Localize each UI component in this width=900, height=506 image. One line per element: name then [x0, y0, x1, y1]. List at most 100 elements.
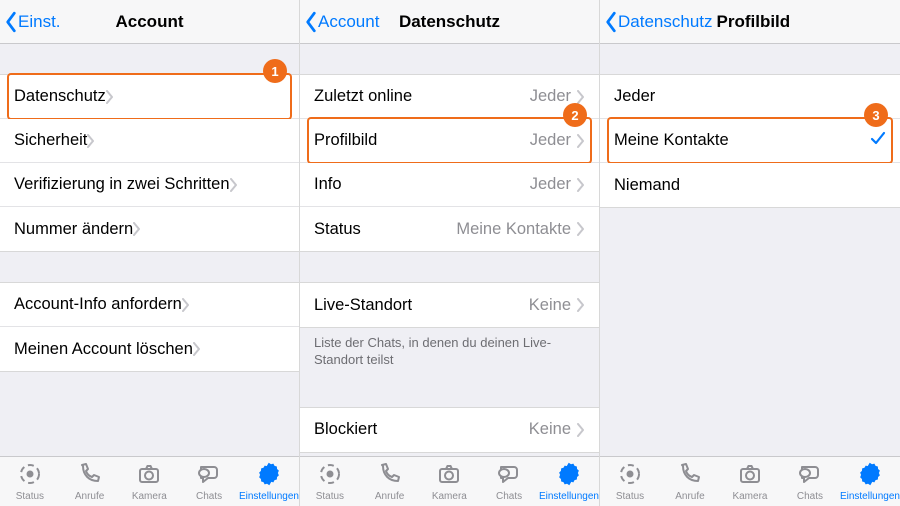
- chats-icon: [197, 462, 221, 489]
- content: Jeder Meine Kontakte3 Niemand: [600, 44, 900, 456]
- tab-settings[interactable]: Einstellungen: [539, 462, 599, 502]
- settings-row[interactable]: Status Meine Kontakte: [300, 207, 599, 251]
- chevron-right-icon: [193, 342, 201, 356]
- chevron-right-icon: [577, 298, 585, 312]
- group-footer: Liste der Chats, in denen du deinen Live…: [300, 328, 599, 377]
- panel-0: Einst.AccountDatenschutz1SicherheitVerif…: [0, 0, 300, 506]
- chevron-right-icon: [230, 178, 238, 192]
- tab-label: Einstellungen: [539, 491, 599, 502]
- spacer: [0, 252, 299, 282]
- tab-calls[interactable]: Anrufe: [60, 462, 120, 502]
- settings-row[interactable]: Meine Kontakte3: [600, 119, 900, 163]
- row-value: Meine Kontakte: [456, 220, 577, 239]
- settings-row[interactable]: Blockiert Keine: [300, 408, 599, 452]
- row-label: Blockiert: [314, 420, 377, 439]
- status-icon: [318, 462, 342, 489]
- step-badge: 2: [563, 103, 587, 127]
- tab-camera[interactable]: Kamera: [720, 462, 780, 502]
- settings-row[interactable]: Datenschutz1: [0, 75, 299, 119]
- status-icon: [618, 462, 642, 489]
- settings-row[interactable]: Nummer ändern: [0, 207, 299, 251]
- tab-camera[interactable]: Kamera: [119, 462, 179, 502]
- tab-label: Kamera: [132, 491, 167, 502]
- nav-bar: AccountDatenschutz: [300, 0, 599, 44]
- tab-label: Chats: [797, 491, 823, 502]
- settings-group: Jeder Meine Kontakte3 Niemand: [600, 74, 900, 208]
- tab-calls[interactable]: Anrufe: [360, 462, 420, 502]
- settings-row[interactable]: Account-Info anfordern: [0, 283, 299, 327]
- tab-label: Anrufe: [675, 491, 704, 502]
- tab-settings[interactable]: Einstellungen: [840, 462, 900, 502]
- tab-camera[interactable]: Kamera: [419, 462, 479, 502]
- row-value: Keine: [529, 420, 577, 439]
- row-label: Account-Info anfordern: [14, 295, 182, 314]
- panel-1: AccountDatenschutzZuletzt onlineJederPro…: [300, 0, 600, 506]
- row-label: Live-Standort: [314, 296, 412, 315]
- settings-row[interactable]: Live-Standort Keine: [300, 283, 599, 327]
- chevron-left-icon: [604, 11, 618, 33]
- settings-row[interactable]: Verifizierung in zwei Schritten: [0, 163, 299, 207]
- chevron-right-icon: [577, 423, 585, 437]
- row-label: Jeder: [614, 87, 655, 106]
- settings-row[interactable]: Zuletzt onlineJeder: [300, 75, 599, 119]
- settings-icon: [557, 462, 581, 489]
- row-label: Meine Kontakte: [614, 131, 729, 150]
- tab-label: Anrufe: [375, 491, 404, 502]
- status-icon: [18, 462, 42, 489]
- chevron-right-icon: [106, 90, 114, 104]
- tab-chats[interactable]: Chats: [179, 462, 239, 502]
- tab-label: Einstellungen: [840, 491, 900, 502]
- tab-settings[interactable]: Einstellungen: [239, 462, 299, 502]
- settings-group: Account-Info anfordern Meinen Account lös…: [0, 282, 299, 372]
- camera-icon: [137, 462, 161, 489]
- page-title: Profilbild: [713, 12, 791, 32]
- tab-label: Status: [616, 491, 644, 502]
- back-button[interactable]: Datenschutz: [600, 11, 713, 33]
- row-label: Nummer ändern: [14, 220, 133, 239]
- checkmark-icon: [870, 130, 886, 151]
- back-label: Account: [318, 12, 379, 32]
- row-label: Status: [314, 220, 361, 239]
- back-button[interactable]: Account: [300, 11, 379, 33]
- panel-2: DatenschutzProfilbild Jeder Meine Kontakte…: [600, 0, 900, 506]
- tab-status[interactable]: Status: [300, 462, 360, 502]
- row-label: Niemand: [614, 176, 680, 195]
- tab-status[interactable]: Status: [0, 462, 60, 502]
- tab-label: Anrufe: [75, 491, 104, 502]
- settings-row[interactable]: Jeder: [600, 75, 900, 119]
- content: Zuletzt onlineJederProfilbildJeder2InfoJ…: [300, 44, 599, 456]
- row-label: Sicherheit: [14, 131, 87, 150]
- camera-icon: [437, 462, 461, 489]
- spacer: [600, 44, 900, 74]
- tab-status[interactable]: Status: [600, 462, 660, 502]
- settings-group: Blockiert Keine: [300, 407, 599, 453]
- settings-row[interactable]: InfoJeder: [300, 163, 599, 207]
- back-label: Einst.: [18, 12, 61, 32]
- content: Datenschutz1 Sicherheit Verifizierung in z…: [0, 44, 299, 456]
- spacer: [300, 252, 599, 282]
- chevron-left-icon: [304, 11, 318, 33]
- chevron-right-icon: [182, 298, 190, 312]
- settings-row[interactable]: Niemand: [600, 163, 900, 207]
- tab-chats[interactable]: Chats: [479, 462, 539, 502]
- row-value: Jeder: [530, 175, 577, 194]
- spacer: [300, 44, 599, 74]
- calls-icon: [378, 462, 402, 489]
- tab-bar: Status Anrufe Kamera ChatsEinstellungen: [0, 456, 299, 506]
- row-value: Keine: [529, 296, 577, 315]
- tab-calls[interactable]: Anrufe: [660, 462, 720, 502]
- row-label: Zuletzt online: [314, 87, 412, 106]
- settings-row[interactable]: Meinen Account löschen: [0, 327, 299, 371]
- spacer: [0, 44, 299, 74]
- settings-row[interactable]: Sicherheit: [0, 119, 299, 163]
- settings-row[interactable]: ProfilbildJeder2: [300, 119, 599, 163]
- row-label: Verifizierung in zwei Schritten: [14, 175, 230, 194]
- chevron-right-icon: [87, 134, 95, 148]
- chats-icon: [798, 462, 822, 489]
- back-label: Datenschutz: [618, 12, 713, 32]
- tab-label: Chats: [496, 491, 522, 502]
- row-label: Meinen Account löschen: [14, 340, 193, 359]
- spacer: [300, 377, 599, 407]
- back-button[interactable]: Einst.: [0, 11, 61, 33]
- tab-chats[interactable]: Chats: [780, 462, 840, 502]
